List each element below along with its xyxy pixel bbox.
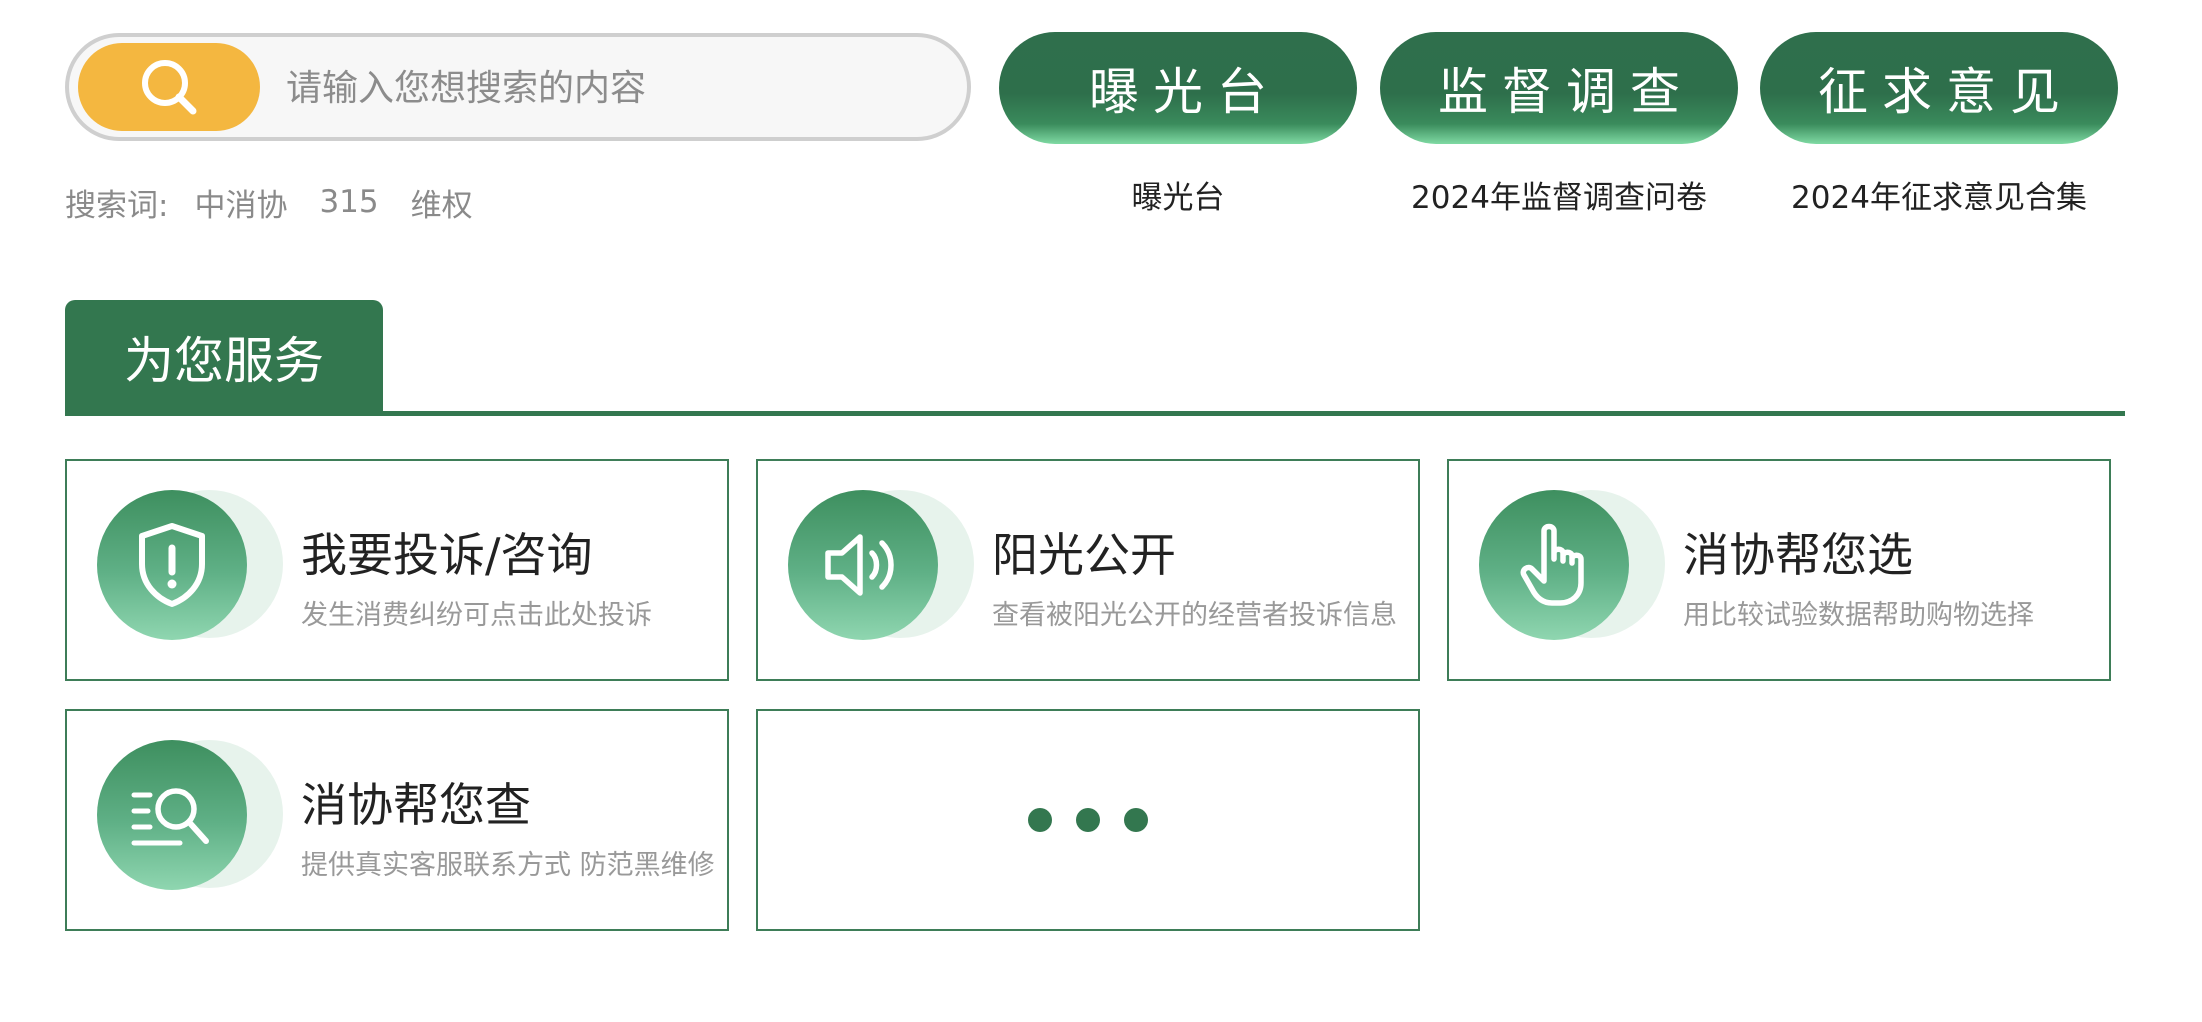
supervision-survey-button[interactable]: 监督调查 — [1380, 32, 1738, 144]
card-description: 用比较试验数据帮助购物选择 — [1683, 600, 2034, 631]
card-icon-badge — [97, 740, 283, 892]
icon-circle — [788, 490, 938, 640]
card-icon-badge — [788, 490, 974, 642]
card-title: 阳光公开 — [992, 528, 1176, 582]
icon-circle — [97, 740, 247, 890]
dot — [1124, 808, 1148, 832]
shield-alert-icon — [139, 523, 205, 607]
card-title: 消协帮您选 — [1683, 528, 1913, 582]
speaker-icon — [825, 534, 894, 596]
search-bar — [65, 33, 971, 141]
hot-search-label: 搜索词: — [65, 187, 169, 224]
list-search-icon — [131, 788, 209, 846]
exposure-caption-link[interactable]: 曝光台 — [999, 172, 1357, 216]
more-dots-icon — [758, 711, 1418, 929]
section-divider — [65, 411, 2125, 416]
card-title: 消协帮您查 — [301, 778, 531, 832]
dot — [1028, 808, 1052, 832]
supervision-survey-caption-link[interactable]: 2024年监督调查问卷 — [1380, 172, 1738, 216]
service-card-help-check[interactable]: 消协帮您查 提供真实客服联系方式 防范黑维修 — [65, 709, 729, 931]
icon-circle — [97, 490, 247, 640]
hot-keyword-link[interactable]: 维权 — [411, 180, 473, 225]
search-button[interactable] — [78, 43, 260, 131]
section-title: 为您服务 — [124, 332, 324, 390]
service-card-more[interactable] — [756, 709, 1420, 931]
exposure-button[interactable]: 曝光台 — [999, 32, 1357, 144]
hot-keyword-link[interactable]: 中消协 — [194, 180, 287, 225]
icon-circle — [1479, 490, 1629, 640]
search-input[interactable] — [284, 55, 928, 121]
card-icon-badge — [97, 490, 283, 642]
service-card-sunshine-disclosure[interactable]: 阳光公开 查看被阳光公开的经营者投诉信息 — [756, 459, 1420, 681]
hot-keyword-link[interactable]: 315 — [319, 184, 378, 220]
search-icon — [142, 60, 197, 115]
solicit-opinions-button[interactable]: 征求意见 — [1760, 32, 2118, 144]
card-icon-badge — [1479, 490, 1665, 642]
solicit-opinions-caption-link[interactable]: 2024年征求意见合集 — [1760, 172, 2118, 216]
section-tab: 为您服务 — [65, 300, 383, 414]
card-description: 提供真实客服联系方式 防范黑维修 — [301, 850, 715, 881]
card-description: 查看被阳光公开的经营者投诉信息 — [992, 600, 1397, 631]
dot — [1076, 808, 1100, 832]
card-description: 发生消费纠纷可点击此处投诉 — [301, 600, 652, 631]
pointing-hand-icon — [1520, 523, 1584, 606]
hot-search-row: 搜索词: 中消协 315 维权 — [65, 180, 505, 224]
card-title: 我要投诉/咨询 — [301, 528, 593, 582]
service-card-complaint[interactable]: 我要投诉/咨询 发生消费纠纷可点击此处投诉 — [65, 459, 729, 681]
service-card-help-choose[interactable]: 消协帮您选 用比较试验数据帮助购物选择 — [1447, 459, 2111, 681]
